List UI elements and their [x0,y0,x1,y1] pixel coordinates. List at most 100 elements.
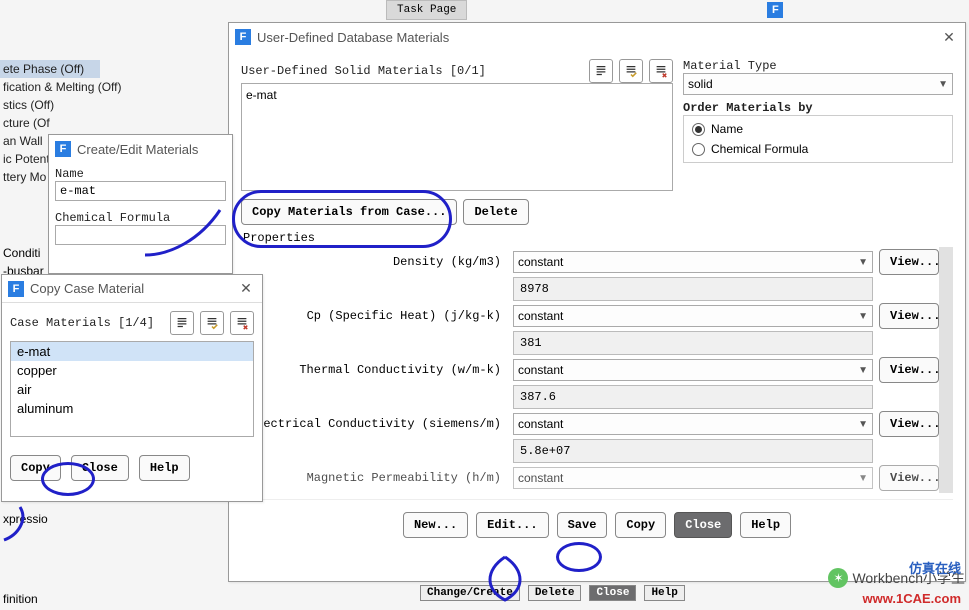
copy-materials-from-case-button[interactable]: Copy Materials from Case... [241,199,457,225]
list-item[interactable]: air [11,380,253,399]
close-button[interactable]: Close [71,455,129,481]
app-icon: F [55,141,71,157]
density-view-button[interactable]: View... [879,249,939,275]
mag-mode-value: constant [518,471,563,485]
cp-value[interactable]: 381 [513,331,873,355]
list-header: User-Defined Solid Materials [0/1] [241,64,583,78]
chevron-down-icon: ▼ [858,365,868,376]
close-button[interactable]: Close [674,512,732,538]
elec-mode-value: constant [518,417,563,431]
tab-task-page[interactable]: Task Page [386,0,467,20]
save-button[interactable]: Save [557,512,608,538]
order-by-label: Order Materials by [683,101,953,115]
thermal-view-button[interactable]: View... [879,357,939,383]
properties-label: Properties [243,231,953,245]
elec-view-button[interactable]: View... [879,411,939,437]
materials-listbox[interactable]: e-mat [241,83,673,191]
titlebar: F Copy Case Material ✕ [2,275,262,303]
tree-item[interactable]: stics (Off) [0,96,100,114]
order-name-radio[interactable] [692,123,705,136]
close-icon[interactable]: ✕ [939,27,959,47]
chem-formula-label: Chemical Formula [55,211,226,225]
tree-item[interactable]: Conditi [0,244,48,262]
name-input[interactable] [55,181,226,201]
fluent-icon: F [767,2,783,18]
prop-label-thermal: Thermal Conductivity (w/m-k) [241,363,507,377]
copy-button[interactable]: Copy [10,455,61,481]
thermal-mode-value: constant [518,363,563,377]
prop-label-mag: Magnetic Permeability (h/m) [241,471,507,485]
prop-label-density: Density (kg/m3) [241,255,507,269]
tree-item[interactable]: xpressio [0,510,48,528]
properties-panel: Density (kg/m3) constant ▼ View... 8978 C… [241,247,953,493]
list-item[interactable]: e-mat [246,88,668,102]
density-mode-select[interactable]: constant▼ [513,251,873,273]
thermal-value[interactable]: 387.6 [513,385,873,409]
create-edit-materials-dialog: F Create/Edit Materials Name Chemical Fo… [48,134,233,274]
chevron-down-icon: ▼ [938,79,948,90]
mag-view-button[interactable]: View... [879,465,939,491]
thermal-mode-select[interactable]: constant ▼ [513,359,873,381]
tree-item[interactable]: finition [0,590,48,608]
list-item[interactable]: e-mat [11,342,253,361]
user-defined-database-materials-dialog: F User-Defined Database Materials ✕ User… [228,22,966,582]
material-type-select[interactable]: solid ▼ [683,73,953,95]
close-button[interactable]: Close [589,585,636,601]
chevron-down-icon: ▼ [858,419,868,430]
titlebar: F User-Defined Database Materials ✕ [229,23,965,51]
chevron-down-icon: ▼ [858,473,868,484]
elec-value[interactable]: 5.8e+07 [513,439,873,463]
titlebar: F Create/Edit Materials [49,135,232,163]
new-button[interactable]: New... [403,512,468,538]
dialog-title: User-Defined Database Materials [257,30,449,45]
name-label: Name [55,167,226,181]
list-item[interactable]: copper [11,361,253,380]
delete-button[interactable]: Delete [463,199,528,225]
case-materials-header: Case Materials [1/4] [10,316,164,330]
order-name-label: Name [711,122,743,136]
list-item[interactable]: aluminum [11,399,253,418]
tree-item[interactable]: cture (Of [0,114,100,132]
tree-item[interactable]: fication & Melting (Off) [0,78,100,96]
parent-footer: Change/Create Delete Close Help [420,585,685,601]
help-button[interactable]: Help [740,512,791,538]
edit-button[interactable]: Edit... [476,512,548,538]
dialog-title: Create/Edit Materials [77,142,198,157]
copy-case-material-dialog: F Copy Case Material ✕ Case Materials [1… [1,274,263,502]
prop-label-elec: Electrical Conductivity (siemens/m) [241,417,507,431]
chem-formula-input[interactable] [55,225,226,245]
wechat-icon: ✶ [828,568,848,588]
tree-item[interactable]: ete Phase (Off) [0,60,100,78]
select-clear-icon[interactable] [230,311,254,335]
copy-button[interactable]: Copy [615,512,666,538]
chevron-down-icon: ▼ [858,257,868,268]
watermark-link: www.1CAE.com [863,591,961,606]
delete-button[interactable]: Delete [528,585,582,601]
select-clear-icon[interactable] [649,59,673,83]
prop-label-cp: Cp (Specific Heat) (j/kg-k) [241,309,507,323]
help-button[interactable]: Help [139,455,190,481]
order-chem-label: Chemical Formula [711,142,808,156]
select-all-icon[interactable] [170,311,194,335]
watermark-brand: 仿真在线 [909,558,961,577]
dialog-title: Copy Case Material [30,281,144,296]
app-icon: F [235,29,251,45]
density-value[interactable]: 8978 [513,277,873,301]
tab-strip: Task Page F [386,0,789,20]
elec-mode-select[interactable]: constant ▼ [513,413,873,435]
material-type-value: solid [688,77,713,91]
help-button[interactable]: Help [644,585,684,601]
cp-mode-select[interactable]: constant▼ [513,305,873,327]
mag-mode-select[interactable]: constant ▼ [513,467,873,489]
case-materials-listbox[interactable]: e-mat copper air aluminum [10,341,254,437]
material-type-label: Material Type [683,59,953,73]
order-chem-radio[interactable] [692,143,705,156]
change-create-button[interactable]: Change/Create [420,585,520,601]
select-check-icon[interactable] [200,311,224,335]
chevron-down-icon: ▼ [858,311,868,322]
close-icon[interactable]: ✕ [236,279,256,299]
cp-view-button[interactable]: View... [879,303,939,329]
app-icon: F [8,281,24,297]
select-check-icon[interactable] [619,59,643,83]
select-all-icon[interactable] [589,59,613,83]
